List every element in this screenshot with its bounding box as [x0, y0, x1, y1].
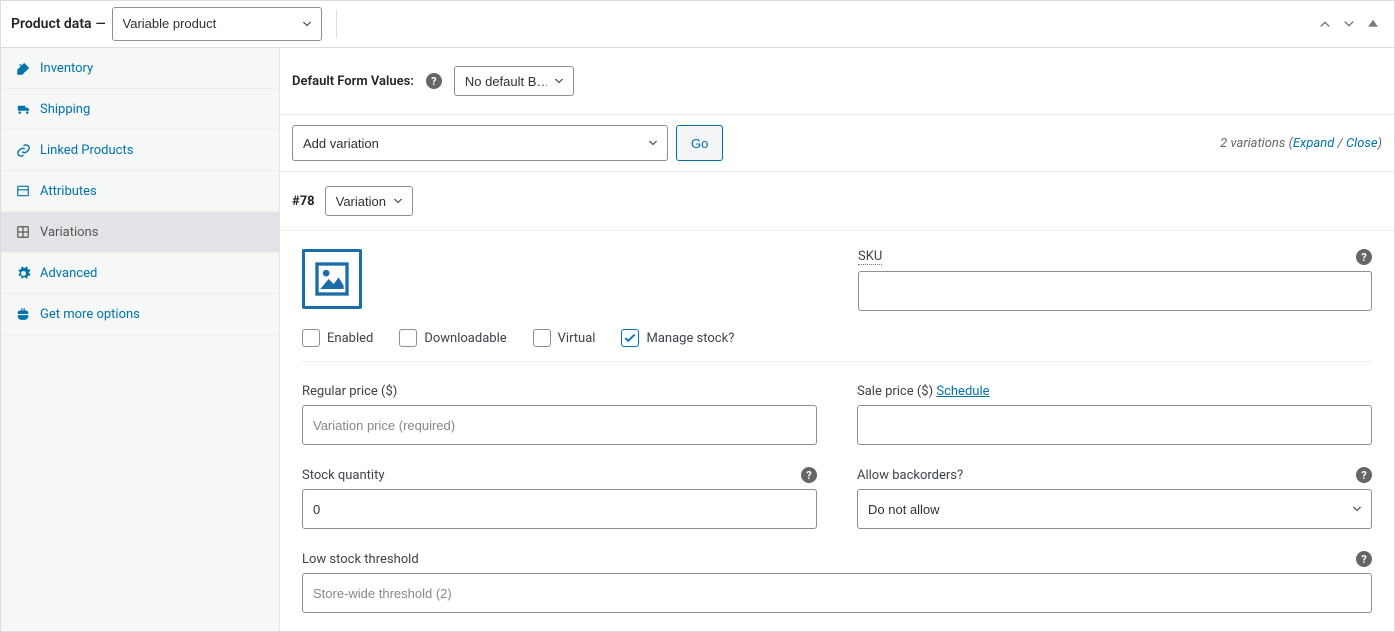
tab-label: Advanced: [40, 266, 97, 281]
low-stock-label: Low stock threshold: [302, 552, 419, 567]
regular-price-block: Regular price ($): [302, 384, 817, 445]
go-button[interactable]: Go: [676, 125, 723, 161]
tab-attributes[interactable]: Attributes: [1, 171, 279, 212]
tab-linked-products[interactable]: Linked Products: [1, 130, 279, 171]
attributes-icon: [15, 183, 31, 199]
sku-label: SKU: [858, 249, 882, 265]
variation-header[interactable]: #78 Variation: [280, 172, 1394, 231]
sale-price-block: Sale price ($) Schedule: [857, 384, 1372, 445]
expand-link[interactable]: Expand: [1293, 136, 1334, 151]
regular-price-label: Regular price ($): [302, 384, 397, 399]
tab-label: Shipping: [40, 102, 90, 117]
checkbox-icon: [533, 329, 551, 347]
virtual-checkbox[interactable]: Virtual: [533, 329, 596, 347]
sku-input[interactable]: [858, 271, 1372, 311]
tab-label: Get more options: [40, 307, 140, 322]
help-icon[interactable]: ?: [426, 73, 442, 89]
tab-inventory[interactable]: Inventory: [1, 48, 279, 89]
gear-icon: [15, 265, 31, 281]
price-row: Regular price ($) Sale price ($) Schedul…: [302, 384, 1372, 445]
help-icon[interactable]: ?: [1356, 467, 1372, 483]
variation-attribute-select[interactable]: Variation: [325, 186, 413, 216]
help-icon[interactable]: ?: [1356, 551, 1372, 567]
checkbox-icon: [302, 329, 320, 347]
plugin-icon: [15, 306, 31, 322]
tab-variations[interactable]: Variations: [1, 212, 279, 253]
tab-label: Inventory: [40, 61, 93, 76]
tab-label: Attributes: [40, 184, 97, 199]
panel-up-icon[interactable]: [1314, 13, 1336, 35]
variation-action-select[interactable]: Add variation: [292, 125, 668, 161]
link-icon: [15, 142, 31, 158]
sale-price-label: Sale price ($): [857, 384, 933, 399]
tab-label: Variations: [40, 225, 98, 240]
variation-image-placeholder[interactable]: [302, 249, 362, 309]
help-icon[interactable]: ?: [1356, 249, 1372, 265]
downloadable-checkbox[interactable]: Downloadable: [399, 329, 506, 347]
default-attribute-select[interactable]: No default B…: [454, 66, 574, 96]
allow-backorders-label: Allow backorders?: [857, 468, 963, 483]
product-data-panel: Product data — Variable product: [0, 0, 1395, 632]
checkbox-checked-icon: [621, 329, 639, 347]
checkbox-icon: [399, 329, 417, 347]
variation-id: #78: [292, 194, 315, 209]
tab-get-more-options[interactable]: Get more options: [1, 294, 279, 335]
variation-top-row: SKU ?: [302, 249, 1372, 311]
help-icon[interactable]: ?: [801, 467, 817, 483]
allow-backorders-block: Allow backorders? ? Do not allow: [857, 467, 1372, 529]
panel-title: Product data: [11, 16, 92, 32]
low-stock-block: Low stock threshold ?: [302, 551, 1372, 613]
variations-count: 2 variations (Expand / Close): [1220, 136, 1382, 151]
panel-body: Inventory Shipping Linked Products: [1, 48, 1394, 631]
shipping-icon: [15, 101, 31, 117]
default-form-values-row: Default Form Values: ? No default B…: [280, 48, 1394, 115]
panel-header-controls: [1314, 13, 1384, 35]
title-dash: —: [96, 17, 106, 32]
stock-quantity-label: Stock quantity: [302, 468, 385, 483]
low-stock-row: Low stock threshold ?: [302, 551, 1372, 613]
sale-price-input[interactable]: [857, 405, 1372, 445]
close-link[interactable]: Close: [1346, 136, 1378, 151]
tab-label: Linked Products: [40, 143, 133, 158]
panel-header: Product data — Variable product: [1, 1, 1394, 48]
stock-row: Stock quantity ? Allow backorders? ? Do …: [302, 467, 1372, 529]
stock-quantity-block: Stock quantity ?: [302, 467, 817, 529]
low-stock-input[interactable]: [302, 573, 1372, 613]
panel-down-icon[interactable]: [1338, 13, 1360, 35]
manage-stock-checkbox[interactable]: Manage stock?: [621, 329, 734, 347]
tab-shipping[interactable]: Shipping: [1, 89, 279, 130]
stock-quantity-input[interactable]: [302, 489, 817, 529]
inventory-icon: [15, 60, 31, 76]
enabled-checkbox[interactable]: Enabled: [302, 329, 373, 347]
sku-field-block: SKU ?: [858, 249, 1372, 311]
variation-action-toolbar: Add variation Go 2 variations (Expand / …: [280, 115, 1394, 172]
tab-advanced[interactable]: Advanced: [1, 253, 279, 294]
regular-price-input[interactable]: [302, 405, 817, 445]
panel-toggle-icon[interactable]: [1362, 13, 1384, 35]
schedule-link[interactable]: Schedule: [936, 384, 989, 399]
variations-icon: [15, 224, 31, 240]
product-type-select[interactable]: Variable product: [112, 7, 322, 41]
variation-checkbox-row: Enabled Downloadable Virtual Ma: [302, 329, 1372, 362]
variations-panel: Default Form Values: ? No default B… Add…: [280, 48, 1394, 631]
variation-body: SKU ? Enabled Downloadable: [280, 231, 1394, 631]
allow-backorders-select[interactable]: Do not allow: [857, 489, 1372, 529]
default-form-values-label: Default Form Values:: [292, 74, 414, 89]
header-separator: [336, 10, 337, 38]
product-data-tabs: Inventory Shipping Linked Products: [1, 48, 280, 631]
